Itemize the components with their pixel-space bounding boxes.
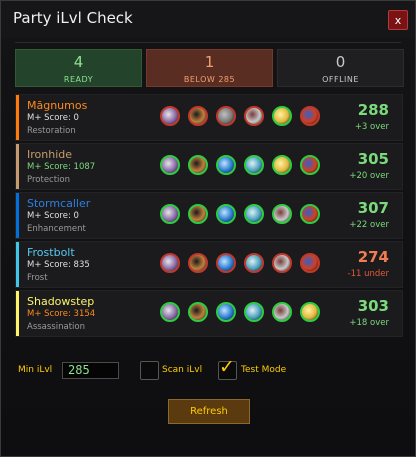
scan-ilvl-label: Scan iLvl — [162, 365, 203, 375]
eye-icon[interactable] — [244, 302, 264, 322]
refresh-button[interactable]: Refresh — [168, 399, 250, 424]
ilvl-difference: -11 under — [347, 269, 389, 279]
close-button[interactable]: x — [388, 10, 408, 30]
skull-icon[interactable] — [244, 106, 264, 126]
title-divider — [15, 42, 401, 43]
orb-icon[interactable] — [216, 204, 236, 224]
test-mode-label: Test Mode — [241, 365, 287, 375]
player-row[interactable]: Frostbolt M+ Score: 835 Frost 274 -11 under — [15, 241, 403, 288]
player-spec: Restoration — [27, 126, 76, 136]
player-name: Frostbolt — [27, 246, 75, 259]
item-level: 274 — [357, 248, 389, 266]
idol-icon[interactable] — [272, 106, 292, 126]
sword-icon[interactable] — [188, 106, 208, 126]
class-color-bar — [16, 291, 19, 336]
title-bar[interactable]: Party iLvl Check x — [1, 1, 415, 37]
mplus-score: M+ Score: 0 — [27, 211, 79, 221]
idol-icon[interactable] — [300, 302, 320, 322]
mplus-score: M+ Score: 0 — [27, 113, 79, 123]
player-spec: Assassination — [27, 322, 85, 332]
player-row[interactable]: Māgnumos M+ Score: 0 Restoration 288 +3 over — [15, 94, 403, 141]
chain-icon[interactable] — [216, 106, 236, 126]
skull-icon[interactable] — [272, 204, 292, 224]
class-color-bar — [16, 95, 19, 140]
ilvl-difference: +18 over — [349, 318, 389, 328]
sword-icon[interactable] — [188, 253, 208, 273]
mplus-score: M+ Score: 3154 — [27, 309, 96, 319]
orb-icon[interactable] — [216, 155, 236, 175]
min-ilvl-input[interactable]: 285 — [62, 362, 119, 379]
class-color-bar — [16, 193, 19, 238]
sword-icon[interactable] — [188, 155, 208, 175]
player-spec: Frost — [27, 273, 48, 283]
below-summary: 1 BELOW 285 — [146, 49, 273, 87]
ilvl-difference: +22 over — [349, 220, 389, 230]
orb-icon[interactable] — [216, 302, 236, 322]
checkmark-icon: ✓ — [219, 356, 235, 378]
totem-icon[interactable] — [300, 253, 320, 273]
scan-ilvl-checkbox[interactable] — [140, 361, 159, 380]
class-color-bar — [16, 144, 19, 189]
orb-icon[interactable] — [216, 253, 236, 273]
skull-icon[interactable] — [272, 253, 292, 273]
figure-icon[interactable] — [160, 106, 180, 126]
offline-count: 0 — [335, 53, 346, 71]
totem-icon[interactable] — [300, 106, 320, 126]
player-row[interactable]: Shadowstep M+ Score: 3154 Assassination 303… — [15, 290, 403, 337]
ilvl-difference: +3 over — [354, 122, 389, 132]
totem-icon[interactable] — [300, 204, 320, 224]
skull-icon[interactable] — [272, 302, 292, 322]
ready-summary: 4 READY — [15, 49, 142, 87]
offline-summary: 0 OFFLINE — [277, 49, 404, 87]
item-level: 307 — [357, 199, 389, 217]
below-count: 1 — [204, 53, 215, 71]
player-name: Ironhide — [27, 148, 73, 161]
below-label: BELOW 285 — [183, 75, 236, 84]
totem-icon[interactable] — [300, 155, 320, 175]
item-level: 288 — [357, 101, 389, 119]
min-ilvl-label: Min iLvl — [18, 365, 53, 375]
eye-icon[interactable] — [244, 204, 264, 224]
eye-icon[interactable] — [244, 253, 264, 273]
offline-label: OFFLINE — [322, 75, 359, 84]
sword-icon[interactable] — [188, 302, 208, 322]
mplus-score: M+ Score: 835 — [27, 260, 90, 270]
item-level: 305 — [357, 150, 389, 168]
idol-icon[interactable] — [272, 155, 292, 175]
window-title: Party iLvl Check — [13, 9, 133, 27]
figure-icon[interactable] — [160, 204, 180, 224]
sword-icon[interactable] — [188, 204, 208, 224]
figure-icon[interactable] — [160, 155, 180, 175]
mplus-score: M+ Score: 1087 — [27, 162, 96, 172]
ready-count: 4 — [73, 53, 84, 71]
player-spec: Protection — [27, 175, 71, 185]
player-row[interactable]: Ironhide M+ Score: 1087 Protection 305 +20 o… — [15, 143, 403, 190]
test-mode-checkbox[interactable]: ✓ — [218, 356, 237, 380]
ilvl-difference: +20 over — [349, 171, 389, 181]
player-name: Shadowstep — [27, 295, 95, 308]
item-level: 303 — [357, 297, 389, 315]
class-color-bar — [16, 242, 19, 287]
ready-label: READY — [63, 75, 94, 84]
figure-icon[interactable] — [160, 253, 180, 273]
player-spec: Enhancement — [27, 224, 86, 234]
party-ilvl-window: Party iLvl Check x 4 READY 1 BELOW 285 0… — [0, 0, 416, 457]
player-row[interactable]: Stormcaller M+ Score: 0 Enhancement 307 +22 … — [15, 192, 403, 239]
player-name: Stormcaller — [27, 197, 91, 210]
figure-icon[interactable] — [160, 302, 180, 322]
eye-icon[interactable] — [244, 155, 264, 175]
player-name: Māgnumos — [27, 99, 88, 112]
